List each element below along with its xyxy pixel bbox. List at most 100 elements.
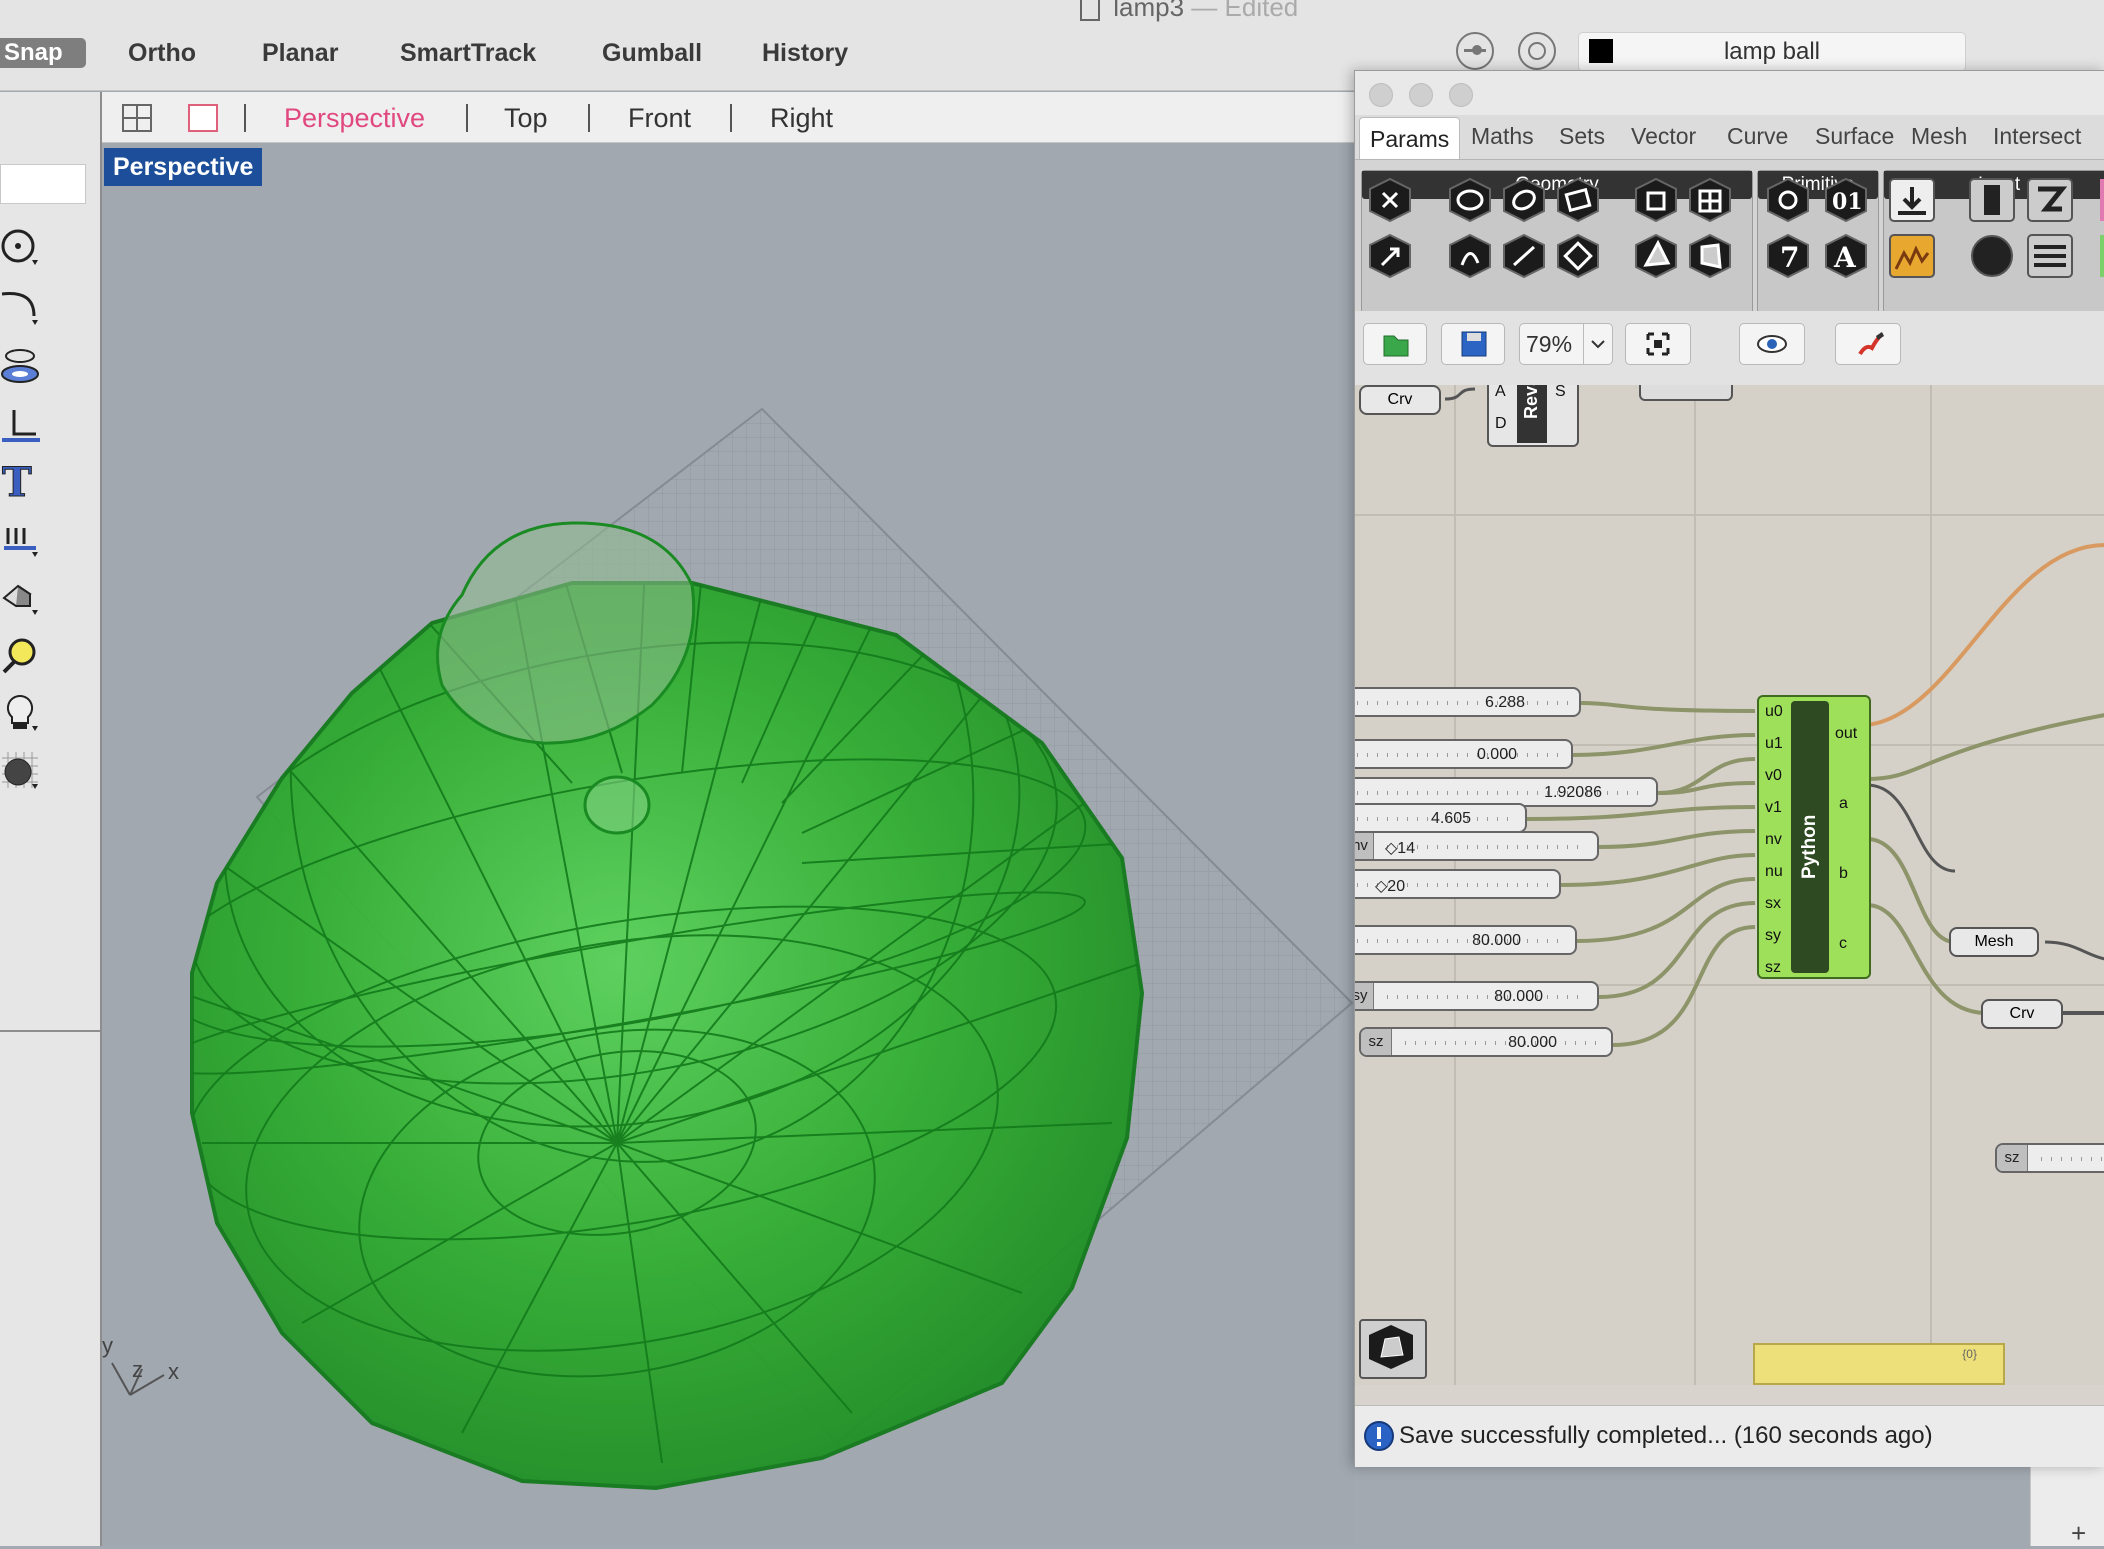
primitive-params-icons[interactable]: 01 7 A [1762, 177, 1874, 283]
smarttrack-button[interactable]: SmartTrack [400, 38, 536, 68]
open-file-button[interactable] [1363, 323, 1427, 365]
python-output-c[interactable]: c [1839, 935, 1847, 953]
slider-nu-count: ◇20 [1375, 878, 1406, 895]
text-tool-icon[interactable]: T [0, 460, 44, 504]
close-window-button[interactable] [1369, 83, 1393, 107]
python-component[interactable]: Python u0 u1 v0 v1 nv nu sx sy sz out a … [1757, 695, 1871, 979]
tab-curve[interactable]: Curve [1727, 123, 1788, 150]
slider-nu[interactable]: ◇20 [1355, 869, 1561, 899]
python-input-v1[interactable]: v1 [1765, 799, 1782, 817]
minimize-window-button[interactable] [1409, 83, 1433, 107]
geometry-params-icons[interactable] [1366, 177, 1748, 283]
python-output-a[interactable]: a [1839, 795, 1848, 813]
python-input-sz[interactable]: sz [1765, 959, 1781, 977]
perspective-viewport[interactable]: y z x [102, 143, 1354, 1546]
tab-separator [588, 104, 590, 132]
render-tool-icon[interactable] [0, 750, 44, 794]
crv-param-top[interactable]: Crv [1359, 385, 1441, 415]
slider-u0[interactable]: 6.288 [1355, 687, 1581, 717]
slider-sz-secondary[interactable]: sz [1995, 1143, 2104, 1173]
grasshopper-statusbar: Save successfully completed... (160 seco… [1355, 1405, 2104, 1467]
slider-sx[interactable]: 80.000 [1355, 925, 1577, 955]
revolution-surface-component[interactable]: A D S RevS [1487, 385, 1579, 447]
viewport-title-label[interactable]: Perspective [104, 148, 263, 186]
tab-sets[interactable]: Sets [1559, 123, 1605, 150]
python-input-sy[interactable]: sy [1765, 927, 1781, 945]
tab-top[interactable]: Top [504, 102, 548, 134]
light-tool-icon[interactable] [0, 692, 44, 736]
input-params-icons[interactable] [1888, 177, 2104, 283]
snap-button[interactable]: Snap [0, 38, 86, 68]
tab-surface[interactable]: Surface [1815, 123, 1894, 150]
dimension-tool-icon[interactable] [0, 518, 44, 562]
zoom-selector[interactable]: 79% [1519, 323, 1613, 365]
grasshopper-tabs: Params Maths Sets Vector Curve Surface M… [1355, 115, 2104, 160]
tab-right[interactable]: Right [770, 102, 833, 134]
tab-front[interactable]: Front [628, 102, 691, 134]
gumball-button[interactable]: Gumball [602, 38, 702, 68]
sketch-tool-button[interactable] [1835, 323, 1901, 365]
python-input-v0[interactable]: v0 [1765, 767, 1782, 785]
geometry-cache-widget[interactable] [1359, 1319, 1427, 1379]
layer-selector[interactable]: lamp ball [1578, 32, 1966, 72]
partial-component-top[interactable] [1639, 385, 1733, 401]
solid-tool-icon[interactable] [0, 402, 44, 446]
tab-intersect[interactable]: Intersect [1993, 123, 2081, 150]
revs-input-a[interactable]: A [1495, 385, 1506, 401]
svg-text:T: T [2, 460, 32, 504]
viewport-scene: y z x [102, 407, 1354, 1491]
chevron-down-icon[interactable] [1583, 324, 1612, 364]
slider-sz[interactable]: sz 80.000 [1359, 1027, 1613, 1057]
curve-tool-icon[interactable] [0, 286, 44, 330]
crv-param[interactable]: Crv [1981, 999, 2063, 1029]
viewport-layout-icon[interactable] [122, 104, 152, 132]
slider-nv[interactable]: nv ◇14 [1355, 831, 1599, 861]
circle-tool-icon[interactable] [0, 226, 44, 270]
slider-u1[interactable]: 0.000 [1355, 739, 1573, 769]
target-icon[interactable] [1518, 32, 1556, 70]
output-panel[interactable]: {0} [1753, 1343, 2005, 1385]
window-title: lamp3 — Edited [1080, 0, 1298, 23]
viewport-tabbar: Perspective Top Front Right [102, 92, 1354, 143]
surface-tool-icon[interactable] [0, 344, 44, 388]
preview-toggle-button[interactable] [1739, 323, 1805, 365]
info-icon [1364, 1421, 1394, 1451]
svg-text:A: A [1833, 241, 1857, 274]
tab-params[interactable]: Params [1359, 117, 1461, 160]
python-input-nu[interactable]: nu [1765, 863, 1783, 881]
ribbon-group-geometry: Geometry [1361, 170, 1753, 314]
python-input-nv[interactable]: nv [1765, 831, 1782, 849]
ortho-button[interactable]: Ortho [128, 38, 196, 68]
status-message: Save successfully completed... (160 seco… [1399, 1422, 1933, 1449]
zoom-extents-button[interactable] [1625, 323, 1691, 365]
python-input-sx[interactable]: sx [1765, 895, 1781, 913]
add-icon[interactable]: + [2071, 1518, 2086, 1549]
axis-x-label: x [168, 1359, 179, 1384]
mesh-param[interactable]: Mesh [1949, 927, 2039, 957]
python-output-out[interactable]: out [1835, 725, 1857, 743]
tab-perspective[interactable]: Perspective [284, 102, 425, 134]
zoom-window-button[interactable] [1449, 83, 1473, 107]
analyze-tool-icon[interactable] [0, 634, 44, 678]
slider-nv-value[interactable]: 4.605 [1355, 803, 1527, 833]
slider-u0-value: 6.288 [1484, 694, 1525, 711]
slider-sz-secondary-label: sz [1997, 1145, 2028, 1171]
history-button[interactable]: History [762, 38, 848, 68]
save-file-button[interactable] [1441, 323, 1505, 365]
tab-vector[interactable]: Vector [1631, 123, 1696, 150]
command-input[interactable] [0, 164, 86, 204]
gumball-position-icon[interactable] [1456, 32, 1494, 70]
python-input-u0[interactable]: u0 [1765, 703, 1783, 721]
tab-mesh[interactable]: Mesh [1911, 123, 1967, 150]
transform-tool-icon[interactable] [0, 576, 44, 620]
revs-input-d[interactable]: D [1495, 415, 1507, 433]
tab-maths[interactable]: Maths [1471, 123, 1534, 150]
single-viewport-icon[interactable] [188, 104, 218, 132]
grasshopper-canvas[interactable]: Crv A D S RevS 6.288 0.000 1.92086 4.605… [1355, 385, 2104, 1385]
planar-button[interactable]: Planar [262, 38, 338, 68]
python-output-b[interactable]: b [1839, 865, 1848, 883]
python-input-u1[interactable]: u1 [1765, 735, 1783, 753]
revs-output-s[interactable]: S [1555, 385, 1566, 401]
slider-sy[interactable]: sy 80.000 [1355, 981, 1599, 1011]
folder-icon [1383, 335, 1409, 357]
